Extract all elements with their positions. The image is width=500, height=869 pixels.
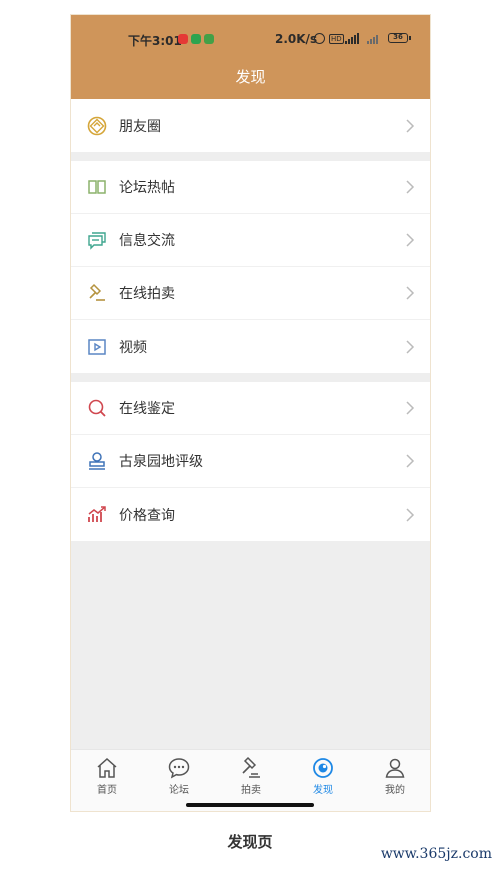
signal-weak-icon: [367, 33, 378, 44]
menu-group-tools: 在线鉴定 古泉园地评级 价格查询: [71, 382, 430, 541]
signal-icon: [345, 33, 359, 44]
chevron-right-icon: [406, 401, 415, 415]
chevron-right-icon: [406, 339, 415, 354]
wechat-icon: [191, 34, 201, 44]
chat-bubble-icon: [168, 758, 190, 779]
menu-group-community: 论坛热帖 信息交流 在线拍卖 视频: [71, 161, 430, 373]
menu-item-online-auction[interactable]: 在线拍卖: [71, 267, 430, 320]
menu-item-moments[interactable]: 朋友圈: [71, 99, 430, 152]
tab-mine[interactable]: 我的: [365, 756, 425, 796]
chart-icon: [88, 505, 106, 522]
menu-item-forum-hot[interactable]: 论坛热帖: [71, 161, 430, 214]
menu-item-video[interactable]: 视频: [71, 320, 430, 373]
video-icon: [88, 338, 106, 355]
menu-item-label: 在线拍卖: [119, 286, 175, 302]
app-notify-icon: [204, 34, 214, 44]
person-icon: [385, 758, 405, 778]
menu-item-label: 朋友圈: [119, 118, 161, 135]
moments-icon: [87, 116, 107, 135]
hd-icon: HD: [329, 34, 344, 44]
menu-item-coin-grading[interactable]: 古泉园地评级: [71, 435, 430, 488]
tab-label: 拍卖: [241, 785, 261, 796]
menu-item-label: 信息交流: [119, 233, 175, 249]
watermark: www.365jz.com: [380, 846, 492, 862]
chevron-right-icon: [406, 286, 415, 300]
chevron-right-icon: [406, 118, 415, 133]
menu-group-social: 朋友圈: [71, 99, 430, 152]
battery-icon: 36: [388, 33, 411, 43]
header: 下午3:01 2.0K/s HD 36 发现: [71, 15, 430, 99]
tab-home[interactable]: 首页: [77, 756, 137, 796]
tab-label: 首页: [97, 785, 117, 796]
menu-item-label: 论坛热帖: [119, 180, 175, 196]
status-time: 下午3:01: [128, 34, 182, 48]
tab-label: 我的: [385, 785, 405, 796]
gavel-icon: [89, 283, 105, 301]
network-speed: 2.0K/s: [275, 32, 318, 46]
chat-icon: [88, 232, 106, 250]
divider: [71, 373, 430, 382]
alarm-icon: [314, 33, 325, 44]
chevron-right-icon: [406, 233, 415, 247]
home-icon: [97, 757, 117, 778]
tab-discover[interactable]: 发现: [293, 756, 353, 796]
tab-forum[interactable]: 论坛: [149, 756, 209, 796]
menu-item-label: 古泉园地评级: [119, 454, 203, 470]
tab-auction[interactable]: 拍卖: [221, 756, 281, 796]
home-indicator[interactable]: [186, 803, 314, 807]
menu-item-label: 视频: [119, 339, 147, 356]
chevron-right-icon: [406, 180, 415, 194]
menu-item-info-exchange[interactable]: 信息交流: [71, 214, 430, 267]
menu-item-online-appraisal[interactable]: 在线鉴定: [71, 382, 430, 435]
gavel-icon: [242, 756, 260, 778]
menu-item-price-query[interactable]: 价格查询: [71, 488, 430, 541]
tab-label: 论坛: [169, 785, 189, 796]
notification-icons: [178, 34, 214, 44]
divider: [71, 152, 430, 161]
chevron-right-icon: [406, 454, 415, 468]
tab-label: 发现: [313, 785, 333, 796]
stamp-icon: [89, 452, 105, 470]
chevron-right-icon: [406, 507, 415, 522]
discover-icon: [313, 758, 333, 778]
weibo-icon: [178, 34, 188, 44]
menu-item-label: 在线鉴定: [119, 401, 175, 417]
book-icon: [88, 180, 106, 194]
status-bar: 下午3:01 2.0K/s HD 36: [71, 32, 430, 48]
search-icon: [88, 399, 106, 417]
page-title: 发现: [235, 68, 266, 86]
phone-frame: 下午3:01 2.0K/s HD 36 发现 朋友圈 论坛热帖 信息交流 在线拍…: [70, 14, 431, 812]
menu-item-label: 价格查询: [119, 507, 175, 524]
